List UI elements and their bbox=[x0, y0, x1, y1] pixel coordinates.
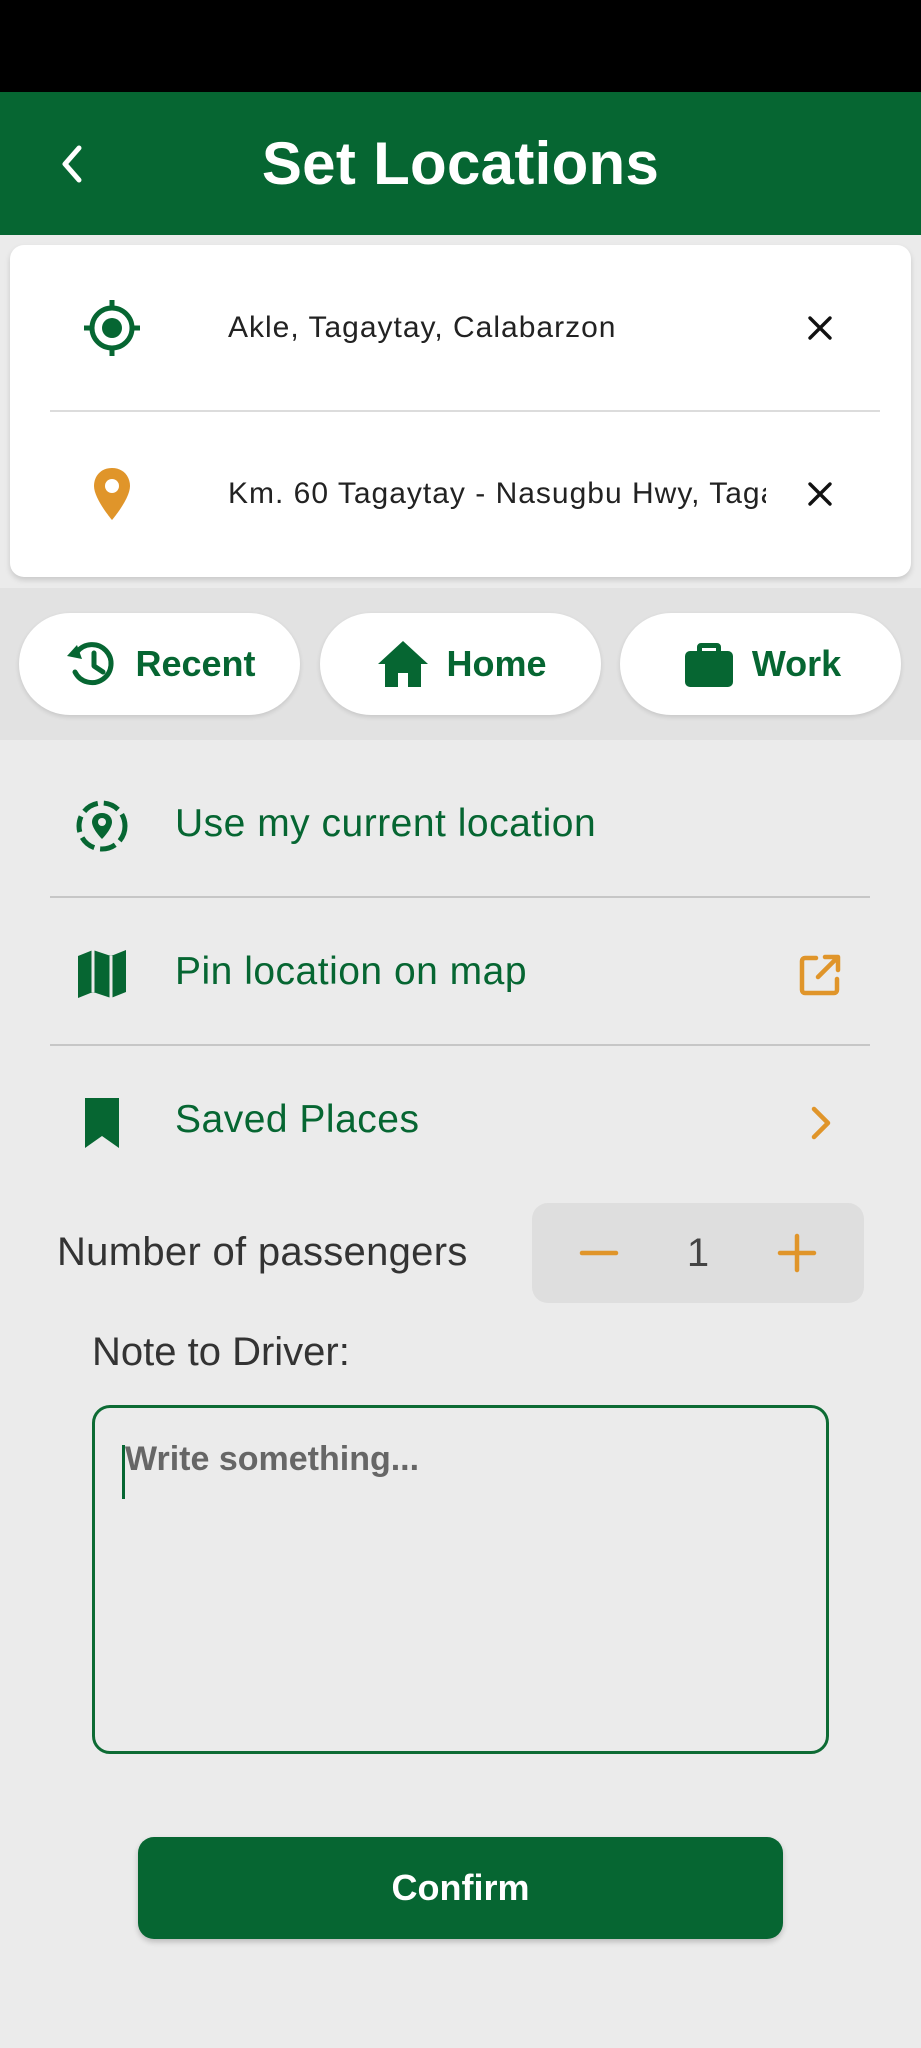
status-bar bbox=[0, 0, 921, 92]
location-target-icon bbox=[76, 800, 128, 852]
use-current-location-label: Use my current location bbox=[175, 802, 597, 845]
chevron-right-icon bbox=[811, 1106, 831, 1140]
map-icon bbox=[78, 950, 126, 998]
home-label: Home bbox=[446, 643, 547, 684]
plus-icon bbox=[777, 1233, 817, 1273]
recent-button[interactable]: Recent bbox=[19, 613, 300, 715]
decrement-button[interactable] bbox=[574, 1228, 624, 1278]
crosshair-icon bbox=[84, 300, 140, 356]
page-title: Set Locations bbox=[261, 130, 660, 197]
location-card bbox=[10, 245, 911, 577]
note-to-driver-field[interactable] bbox=[92, 1405, 829, 1754]
map-pin-icon bbox=[94, 468, 130, 520]
close-icon bbox=[808, 482, 832, 506]
increment-button[interactable] bbox=[772, 1228, 822, 1278]
pin-location-label: Pin location on map bbox=[175, 950, 528, 993]
origin-row bbox=[10, 245, 911, 411]
external-link-icon bbox=[799, 954, 841, 996]
briefcase-icon bbox=[684, 643, 733, 687]
note-to-driver-label: Note to Driver: bbox=[92, 1330, 350, 1374]
work-label: Work bbox=[751, 643, 842, 684]
text-caret bbox=[122, 1445, 125, 1499]
passengers-label: Number of passengers bbox=[57, 1230, 468, 1274]
home-icon bbox=[378, 641, 429, 687]
clear-origin-button[interactable] bbox=[800, 308, 840, 348]
passenger-count: 1 bbox=[686, 1230, 710, 1275]
saved-places-option[interactable]: Saved Places bbox=[0, 1046, 921, 1194]
destination-row bbox=[10, 411, 911, 577]
destination-input[interactable] bbox=[228, 411, 766, 577]
back-button[interactable] bbox=[44, 132, 100, 196]
confirm-button[interactable]: Confirm bbox=[138, 1837, 783, 1939]
origin-input[interactable] bbox=[228, 245, 766, 411]
close-icon bbox=[808, 316, 832, 340]
app-header: Set Locations bbox=[0, 92, 921, 235]
pin-location-option[interactable]: Pin location on map bbox=[0, 898, 921, 1046]
work-button[interactable]: Work bbox=[620, 613, 901, 715]
recent-label: Recent bbox=[135, 643, 256, 684]
saved-places-label: Saved Places bbox=[175, 1098, 420, 1141]
passenger-stepper: 1 bbox=[532, 1203, 864, 1303]
history-icon bbox=[67, 642, 114, 686]
chevron-left-icon bbox=[62, 145, 82, 183]
clear-destination-button[interactable] bbox=[800, 474, 840, 514]
bookmark-icon bbox=[85, 1098, 119, 1148]
use-current-location-option[interactable]: Use my current location bbox=[0, 750, 921, 898]
quick-filter-strip: Recent Home Work bbox=[0, 588, 921, 740]
home-button[interactable]: Home bbox=[320, 613, 601, 715]
minus-icon bbox=[579, 1250, 619, 1256]
set-locations-screen: Set Locations Akle, Tagaytay, Calabarzon… bbox=[0, 0, 921, 2048]
